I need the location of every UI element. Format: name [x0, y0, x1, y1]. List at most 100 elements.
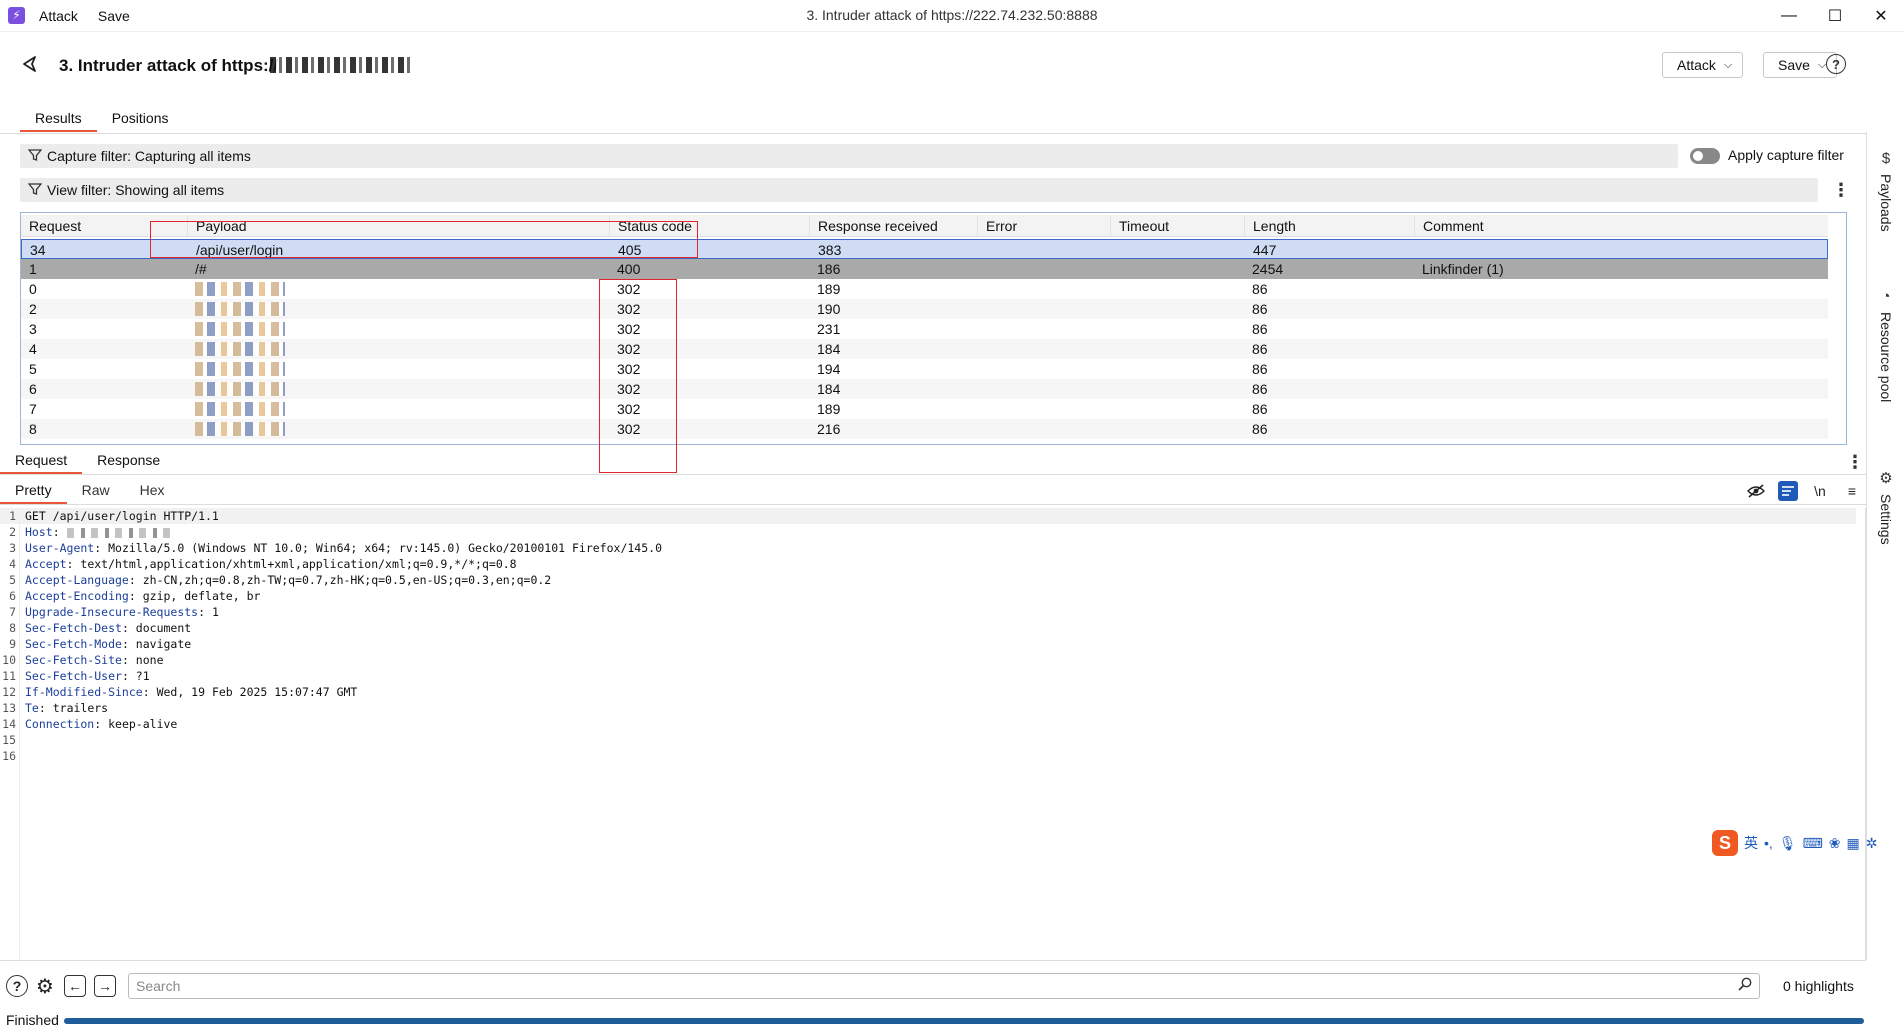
sidebar-item-settings[interactable]: ⚙ Settings: [1867, 470, 1904, 545]
header-name: Connection: [25, 717, 95, 731]
filter-icon: [27, 182, 43, 199]
code-line: 9 Sec-Fetch-Mode: navigate: [0, 636, 1856, 652]
help-icon[interactable]: ?: [6, 975, 28, 997]
column-payload[interactable]: Payload: [187, 215, 609, 236]
show-newlines-icon[interactable]: \n: [1810, 481, 1830, 501]
cell-length: 86: [1252, 361, 1268, 377]
capture-filter-bar[interactable]: Capture filter: Capturing all items: [20, 144, 1678, 168]
settings-gear-icon[interactable]: ⚙: [34, 975, 56, 998]
cell-received: 190: [817, 301, 841, 317]
cell-received: 194: [817, 361, 841, 377]
cell-comment: [1414, 279, 1422, 299]
cell-error: [977, 419, 985, 439]
tab-hex[interactable]: Hex: [125, 480, 180, 504]
more-options-icon[interactable]: ⋮: [1832, 181, 1850, 199]
line-number: 1: [9, 509, 16, 523]
ime-language[interactable]: 英: [1744, 833, 1758, 853]
menu-attack[interactable]: Attack: [39, 8, 78, 24]
table-row[interactable]: 4 302 184 86: [21, 339, 1828, 359]
microphone-icon[interactable]: 🎙: [1779, 835, 1797, 852]
attack-menu-button[interactable]: Attack ⌵: [1662, 52, 1744, 78]
line-number: 15: [2, 733, 16, 747]
cell-status: 302: [617, 301, 641, 317]
divider: [0, 504, 1866, 505]
code-line: 8 Sec-Fetch-Dest: document: [0, 620, 1856, 636]
column-response-received[interactable]: Response received: [809, 215, 977, 236]
header-name: Accept-Language: [25, 573, 129, 587]
cell-request: 0: [29, 281, 37, 297]
column-error[interactable]: Error: [977, 215, 1110, 236]
column-timeout[interactable]: Timeout: [1110, 215, 1244, 236]
help-icon[interactable]: ?: [1826, 54, 1846, 74]
attack-title: 3. Intruder attack of https://: [59, 56, 279, 75]
close-icon[interactable]: ✕: [1858, 0, 1904, 32]
cell-timeout: [1110, 419, 1118, 439]
tools-icon[interactable]: ✲: [1866, 835, 1878, 852]
cell-timeout: [1111, 240, 1119, 258]
redacted-payload: [195, 362, 285, 376]
header-name: If-Modified-Since: [25, 685, 143, 699]
cell-comment: [1414, 319, 1422, 339]
menu-icon[interactable]: ≡: [1842, 481, 1862, 501]
punctuation-icon[interactable]: •,: [1764, 835, 1773, 851]
hide-eye-icon[interactable]: [1746, 481, 1766, 501]
table-row[interactable]: 5 302 194 86: [21, 359, 1828, 379]
tab-positions[interactable]: Positions: [97, 108, 184, 132]
cell-status: 302: [617, 281, 641, 297]
cell-length: 86: [1252, 381, 1268, 397]
cell-request: 34: [30, 242, 46, 258]
column-length[interactable]: Length: [1244, 215, 1414, 236]
table-row[interactable]: 34/api/user/login 405 383 447: [21, 239, 1828, 259]
cell-timeout: [1110, 399, 1118, 419]
minimize-icon[interactable]: —: [1766, 0, 1812, 32]
tab-raw[interactable]: Raw: [67, 480, 125, 504]
sogou-logo-icon[interactable]: S: [1712, 830, 1738, 856]
line-number: 10: [2, 653, 16, 667]
apply-capture-filter-toggle[interactable]: [1690, 148, 1720, 164]
tab-response[interactable]: Response: [82, 450, 175, 474]
header-value: 1: [211, 605, 219, 619]
table-row[interactable]: 0 302 189 86: [21, 279, 1828, 299]
request-editor[interactable]: 1 GET /api/user/login HTTP/1.1 2 Host: 3 Use…: [0, 508, 1866, 960]
cell-request: 2: [29, 301, 37, 317]
sidebar-item-resource-pool[interactable]: ◔ Resource pool: [1867, 288, 1904, 402]
divider: [0, 133, 1866, 134]
grid-icon[interactable]: ▦: [1847, 835, 1860, 852]
back-arrow-icon[interactable]: [20, 54, 40, 74]
tab-request[interactable]: Request: [0, 450, 83, 474]
view-filter-bar[interactable]: View filter: Showing all items: [20, 178, 1818, 202]
column-status-code[interactable]: Status code: [609, 215, 809, 236]
keyboard-icon[interactable]: ⌨: [1803, 835, 1823, 852]
table-row[interactable]: 3 302 231 86: [21, 319, 1828, 339]
tab-pretty[interactable]: Pretty: [0, 480, 67, 504]
chevron-down-icon: ⌵: [1723, 58, 1733, 71]
view-filter-label: View filter: Showing all items: [47, 182, 225, 198]
pretty-format-icon[interactable]: [1778, 481, 1798, 501]
tab-results[interactable]: Results: [20, 108, 97, 132]
cell-status: 302: [617, 421, 641, 437]
filter-icon: [27, 148, 43, 165]
menu-save[interactable]: Save: [98, 8, 130, 24]
search-icon[interactable]: [1738, 977, 1752, 994]
sidebar-item-payloads[interactable]: $ Payloads: [1867, 150, 1904, 232]
maximize-icon[interactable]: ☐: [1812, 0, 1858, 32]
cell-comment: [1414, 299, 1422, 319]
redacted-host: [66, 527, 175, 538]
more-options-icon[interactable]: ⋮: [1846, 453, 1864, 471]
table-row[interactable]: 8 302 216 86: [21, 419, 1828, 439]
cell-received: 216: [817, 421, 841, 437]
table-row[interactable]: 1 /# 400 186 2454 Linkfinder (1): [21, 259, 1828, 279]
cell-comment: Linkfinder (1): [1422, 261, 1504, 277]
skin-icon[interactable]: ❀: [1829, 835, 1841, 852]
cell-length: 86: [1252, 321, 1268, 337]
column-comment[interactable]: Comment: [1414, 215, 1828, 236]
forward-icon[interactable]: →: [94, 975, 116, 997]
back-icon[interactable]: ←: [64, 975, 86, 997]
table-row[interactable]: 2 302 190 86: [21, 299, 1828, 319]
cell-payload: [187, 339, 285, 359]
table-row[interactable]: 7 302 189 86: [21, 399, 1828, 419]
cell-payload: /#: [195, 261, 207, 277]
column-request[interactable]: Request: [21, 215, 186, 236]
search-input[interactable]: [128, 973, 1760, 999]
table-row[interactable]: 6 302 184 86: [21, 379, 1828, 399]
